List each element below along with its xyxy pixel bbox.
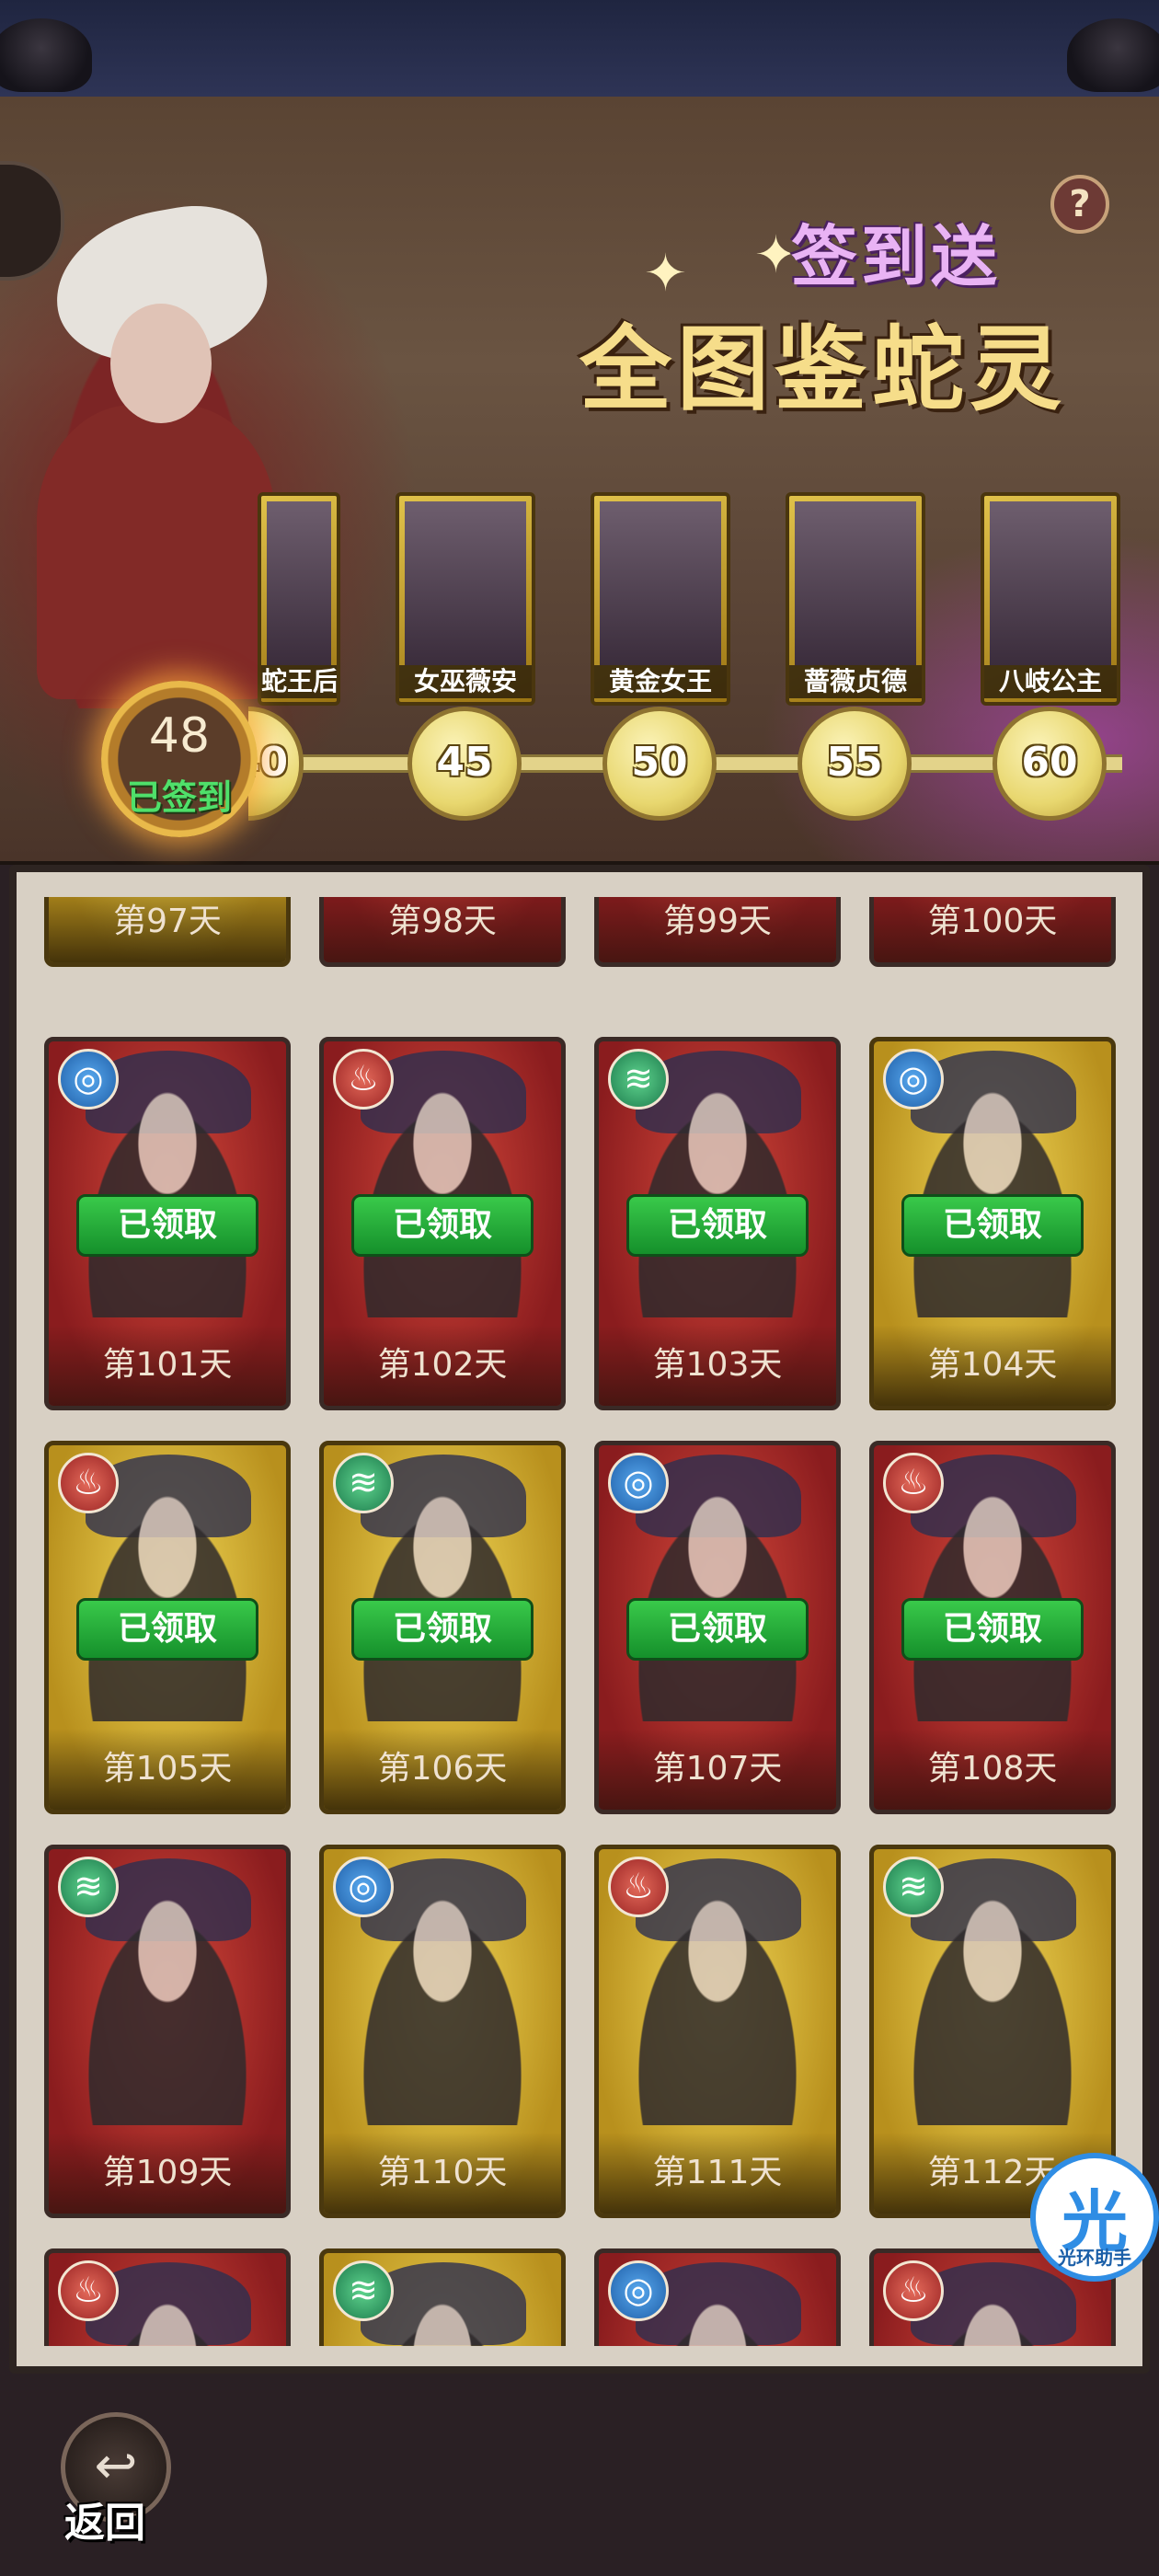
day-label: 第104天 [874,1325,1111,1406]
wind-tornado-icon: ≋ [333,2260,394,2321]
daily-reward-cell[interactable]: ◎ 已领取第101天 [44,1037,291,1410]
reward-character-art [795,501,916,665]
reward-character-art [267,501,331,665]
daily-reward-cell[interactable]: ♨ 已领取第108天 [869,1441,1116,1814]
assistant-float-button[interactable]: 光 光环助手 [1030,2153,1159,2282]
daily-reward-cell[interactable]: ♨ 已领取第102天 [319,1037,566,1410]
fire-icon: ♨ [333,1049,394,1110]
milestone-value: 45 [436,739,493,786]
fire-icon: ♨ [883,2260,944,2321]
water-swirl-icon: ◎ [333,1857,394,1917]
claimed-badge: 已领取 [351,1598,534,1661]
milestone-node: 50 [602,707,717,821]
reward-card[interactable]: 女巫薇安 [396,492,535,706]
claimed-badge: 已领取 [351,1194,534,1257]
claimed-badge: 已领取 [901,1598,1084,1661]
fire-icon: ♨ [883,1453,944,1513]
checkin-count: 48 [148,708,211,764]
milestone-value: 50 [631,739,688,786]
day-label: 第97天 [49,897,286,962]
reward-card[interactable]: 黄金女王 [591,492,730,706]
fire-icon: ♨ [608,1857,669,1917]
daily-reward-cell[interactable]: 第100天 [869,897,1116,967]
claimed-badge: 已领取 [76,1598,258,1661]
daily-reward-cell[interactable]: ◎ 已领取第104天 [869,1037,1116,1410]
reward-card[interactable]: 蔷薇贞德 [786,492,925,706]
reward-name: 女巫薇安 [399,665,532,698]
question-icon: ? [1069,183,1091,225]
day-label: 第99天 [599,897,836,962]
banner-subtitle: 签到送 [791,218,1002,295]
reward-name: 蛇王后 [261,665,339,698]
milestone-value: 60 [1021,739,1078,786]
assistant-label: 光环助手 [1058,2247,1131,2269]
snake-decor-right [1067,18,1159,92]
checkin-label: 已签到 [126,777,232,818]
day-label: 第108天 [874,1729,1111,1810]
water-swirl-icon: ◎ [608,1453,669,1513]
daily-reward-cell[interactable]: 第97天 [44,897,291,967]
reward-character-art [990,501,1111,665]
daily-reward-cell[interactable]: ◎ 已领取第107天 [594,1441,841,1814]
claimed-badge: 已领取 [76,1194,258,1257]
wind-tornado-icon: ≋ [608,1049,669,1110]
reward-character-art [600,501,721,665]
checkin-status-badge: 48 已签到 [101,681,258,837]
claimed-badge: 已领取 [626,1194,809,1257]
daily-reward-cell[interactable]: ≋ [319,2248,566,2346]
milestone-value: 55 [826,739,883,786]
daily-reward-cell[interactable]: 第99天 [594,897,841,967]
milestone-node: 55 [798,707,912,821]
day-label: 第103天 [599,1325,836,1406]
day-label: 第107天 [599,1729,836,1810]
water-swirl-icon: ◎ [58,1049,119,1110]
milestone-node: 45 [407,707,522,821]
claimed-badge: 已领取 [626,1598,809,1661]
fire-icon: ♨ [58,2260,119,2321]
daily-reward-cell[interactable]: ≋ 已领取第103天 [594,1037,841,1410]
reward-character-art [405,501,526,665]
wind-tornado-icon: ≋ [883,1857,944,1917]
day-label: 第111天 [599,2133,836,2214]
day-label: 第101天 [49,1325,286,1406]
day-label: 第109天 [49,2133,286,2214]
day-label: 第98天 [324,897,561,962]
day-label: 第105天 [49,1729,286,1810]
banner-title: 全图鉴蛇灵 [580,316,1067,423]
reward-name: 八岐公主 [984,665,1117,698]
daily-reward-cell[interactable]: ♨ 已领取第105天 [44,1441,291,1814]
reward-character-row: 蛇王后 女巫薇安 黄金女王 蔷薇贞德 八岐公主 [0,492,1159,713]
reward-card[interactable]: 蛇王后 [258,492,340,706]
top-decor-strip [0,0,1159,97]
daily-reward-cell[interactable]: ≋ 已领取第106天 [319,1441,566,1814]
claimed-badge: 已领取 [901,1194,1084,1257]
back-label: 返回 [64,2500,145,2547]
daily-reward-cell[interactable]: 第98天 [319,897,566,967]
day-label: 第100天 [874,897,1111,962]
wind-tornado-icon: ≋ [58,1857,119,1917]
daily-reward-cell[interactable]: ◎ 第110天 [319,1845,566,2218]
snake-decor-left [0,18,92,92]
fire-icon: ♨ [58,1453,119,1513]
reward-name: 黄金女王 [594,665,727,698]
portrait-face [110,304,212,423]
daily-reward-cell[interactable]: ♨ [44,2248,291,2346]
daily-reward-cell[interactable]: ◎ [594,2248,841,2346]
daily-reward-cell[interactable]: ♨ 第111天 [594,1845,841,2218]
wind-tornado-icon: ≋ [333,1453,394,1513]
water-swirl-icon: ◎ [883,1049,944,1110]
day-label: 第102天 [324,1325,561,1406]
water-swirl-icon: ◎ [608,2260,669,2321]
back-arrow-icon: ↩ [94,2436,138,2496]
day-label: 第110天 [324,2133,561,2214]
daily-reward-grid[interactable]: 第97天 第98天 第99天 第100天 ◎ 已领取 第101天 ♨ 已领取 第102天 ≋ 已领取第… [18,897,1141,2346]
day-label: 第106天 [324,1729,561,1810]
reward-name: 蔷薇贞德 [789,665,922,698]
daily-reward-cell[interactable]: ≋ 第109天 [44,1845,291,2218]
help-button[interactable]: ? [1050,175,1109,234]
milestone-node: 60 [993,707,1107,821]
reward-card[interactable]: 八岐公主 [981,492,1120,706]
